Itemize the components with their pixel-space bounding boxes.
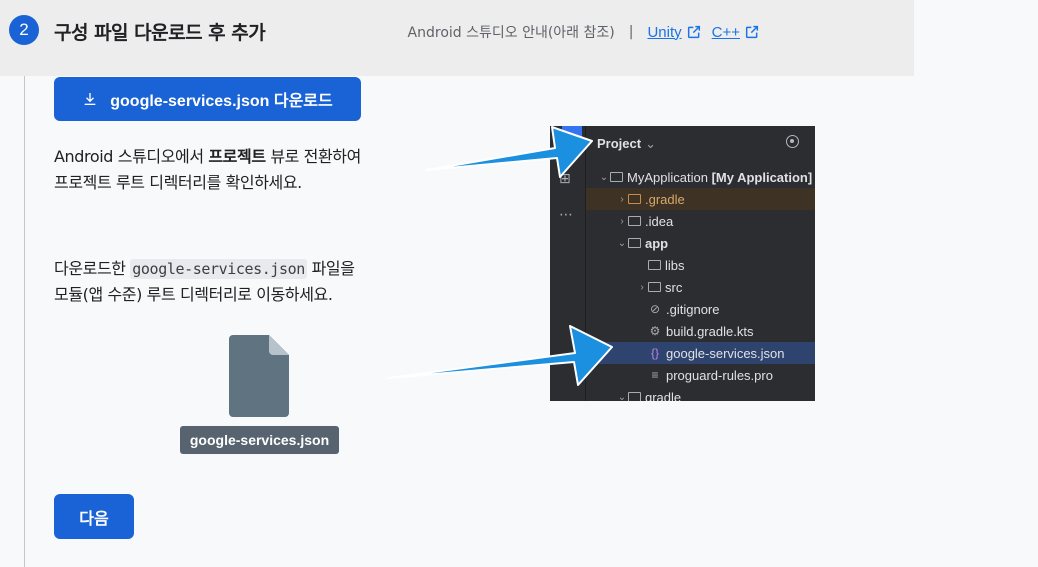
instruction-move-file: 다운로드한 google-services.json 파일을 모듈(앱 수준) … <box>54 256 355 308</box>
open-in-new-icon <box>745 25 759 39</box>
instruction-2-filename-code: google-services.json <box>130 259 307 279</box>
chevron-right-icon: › <box>620 215 624 227</box>
step-header: 2 구성 파일 다운로드 후 추가 Android 스튜디오 안내(아래 참조)… <box>0 0 914 76</box>
tree-item-label: .idea <box>645 213 674 229</box>
project-panel-title: Project ⌄ <box>597 136 656 152</box>
instruction-1-bold: 프로젝트 <box>208 147 266 166</box>
chevron-right-icon: › <box>620 193 624 205</box>
tree-item-label: MyApplication <box>627 169 708 185</box>
chevron-right-icon: › <box>640 281 644 293</box>
tree-item-libs: libs <box>586 254 815 276</box>
links-separator: | <box>628 24 634 40</box>
download-config-button-label: google-services.json 다운로드 <box>110 93 333 110</box>
tree-item-label: app <box>645 235 669 251</box>
locate-icon <box>786 135 799 148</box>
download-config-button[interactable]: google-services.json 다운로드 <box>54 77 361 121</box>
folder-icon <box>648 260 661 270</box>
more-icon: ⋯ <box>559 206 573 222</box>
tree-item-label: google-services.json <box>666 345 785 361</box>
android-studio-guide-text: Android 스튜디오 안내(아래 참조) <box>407 25 615 41</box>
unity-link-label: Unity <box>647 23 682 41</box>
chevron-down-icon: ⌄ <box>617 391 627 402</box>
chevron-down-icon: ⌄ <box>617 237 627 249</box>
json-file-icon[interactable] <box>229 335 289 417</box>
tree-item-gradle: ⌄ gradle <box>586 386 815 401</box>
tree-item-label: libs <box>665 257 685 273</box>
tree-item-label: .gitignore <box>666 301 720 317</box>
ide-tool-strip: ⊞ ⋯ <box>550 126 586 401</box>
tree-item-label: src <box>665 279 683 295</box>
tree-item-gradle-dir: › .gradle <box>586 188 815 210</box>
next-button[interactable]: 다음 <box>54 494 134 539</box>
tree-item-label: proguard-rules.pro <box>666 367 773 383</box>
instruction-1-text: Android 스튜디오에서 <box>54 147 209 166</box>
folder-icon <box>648 282 661 292</box>
instruction-2-text-end: 파일을 <box>306 259 355 278</box>
instruction-switch-project-view: Android 스튜디오에서 프로젝트 뷰로 전환하여 프로젝트 루트 디렉터리… <box>54 144 361 196</box>
cpp-link[interactable]: C++ <box>712 24 760 41</box>
android-studio-project-panel: ⊞ ⋯ Project ⌄ ⌄ MyApplication [My Applicat… <box>550 126 815 401</box>
structure-icon: ⊞ <box>559 170 571 186</box>
open-in-new-icon <box>687 25 700 39</box>
module-folder-icon <box>610 172 623 182</box>
file-name-chip[interactable]: google-services.json <box>180 426 339 454</box>
text-file-icon: ≡ <box>651 368 659 382</box>
tree-item-label: build.gradle.kts <box>666 323 754 339</box>
step-rail <box>24 0 25 567</box>
project-panel-title-label: Project <box>597 136 642 151</box>
folder-icon <box>628 216 641 226</box>
instruction-1-text-end: 뷰로 전환하여 <box>265 147 361 166</box>
tree-item-suffix: [My Application] <box>711 169 813 185</box>
download-icon <box>84 93 96 105</box>
chevron-down-icon: ⌄ <box>599 171 609 183</box>
chevron-down-icon: ⌄ <box>645 136 656 151</box>
gradle-file-icon: ⚙ <box>649 324 661 338</box>
header-links: Android 스튜디오 안내(아래 참조) | Unity C++ <box>408 22 760 42</box>
step-title: 구성 파일 다운로드 후 추가 <box>54 22 266 44</box>
tree-item-src: › src <box>586 276 815 298</box>
step-number-badge: 2 <box>9 15 39 45</box>
project-tool-icon <box>562 126 582 150</box>
tree-item-myapplication: ⌄ MyApplication [My Application] <box>586 166 815 188</box>
tree-item-label: gradle <box>645 389 682 402</box>
tree-item-gitignore: ⊘ .gitignore <box>586 298 815 320</box>
cpp-link-label: C++ <box>711 23 740 41</box>
instruction-2-text: 다운로드한 <box>54 259 131 278</box>
tree-item-app: ⌄ app <box>586 232 815 254</box>
unity-link[interactable]: Unity <box>647 24 701 41</box>
folder-icon <box>628 194 641 204</box>
ignore-file-icon: ⊘ <box>649 302 661 316</box>
tree-item-build-gradle: ⚙ build.gradle.kts <box>586 320 815 342</box>
tree-item-google-services: {} google-services.json <box>586 342 815 364</box>
folder-icon <box>628 392 641 401</box>
instruction-2-line-2: 모듈(앱 수준) 루트 디렉터리로 이동하세요. <box>54 285 333 304</box>
tree-item-idea: › .idea <box>586 210 815 232</box>
json-file-icon: {} <box>650 346 659 360</box>
tree-item-label: .gradle <box>645 191 685 207</box>
module-folder-icon <box>628 238 641 248</box>
tree-item-proguard: ≡ proguard-rules.pro <box>586 364 815 386</box>
instruction-1-line-2: 프로젝트 루트 디렉터리를 확인하세요. <box>54 173 302 192</box>
